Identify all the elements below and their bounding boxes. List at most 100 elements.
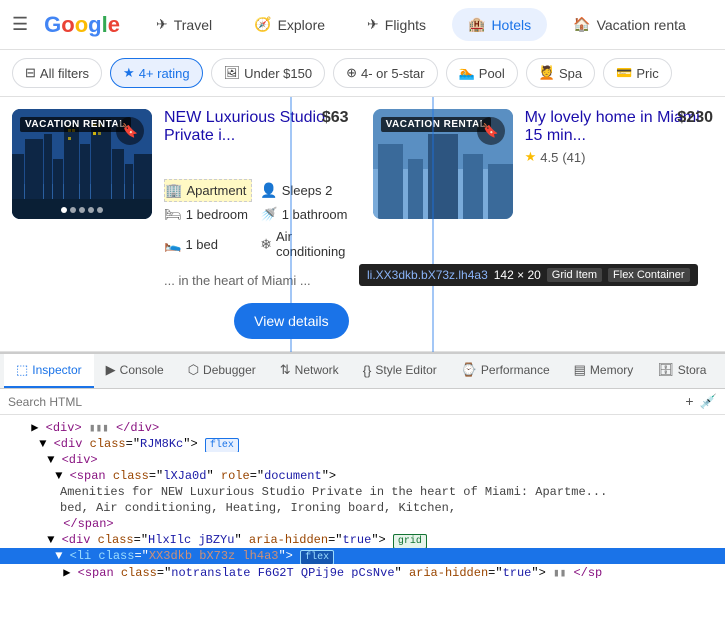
dot-5 — [97, 207, 103, 213]
filter-price[interactable]: 🖼 Under $150 — [211, 58, 325, 88]
tree-quote-2: "> — [183, 437, 197, 451]
selection-line-left — [290, 97, 292, 352]
filter-all[interactable]: ⊟ All filters — [12, 58, 102, 88]
card-1-bookmark[interactable]: 🔖 — [116, 117, 144, 145]
card-2-bookmark[interactable]: 🔖 — [477, 117, 505, 145]
tree-text-6: bed, Air conditioning, Heating, Ironing … — [60, 501, 456, 515]
tree-line-9[interactable]: ▼ <li class="XX3dkb bX73z lh4a3"> flex — [0, 548, 725, 564]
tree-triangle-10[interactable]: ▶ — [63, 566, 70, 578]
card-2-label: VACATION RENTAL — [381, 117, 492, 132]
network-icon: ⇅ — [280, 362, 291, 378]
tree-line-7[interactable]: </span> — [0, 516, 725, 532]
tree-close-tag-10: </sp — [573, 566, 602, 578]
filter-pool[interactable]: 🏊 Pool — [446, 58, 518, 88]
tree-quote-9: "> — [278, 549, 292, 563]
nav-tab-explore[interactable]: 🧭 Explore — [238, 8, 341, 41]
tab-debugger[interactable]: ⬡ Debugger — [176, 354, 268, 388]
tree-badge-grid-8: grid — [393, 534, 427, 548]
tab-console[interactable]: ▶ Console — [94, 354, 176, 388]
devtools: ⬚ Inspector ▶ Console ⬡ Debugger ⇅ Netwo… — [0, 352, 725, 578]
hamburger-icon[interactable]: ☰ — [12, 14, 28, 35]
tree-eq-8: =" — [134, 533, 148, 547]
tree-eq2-8: =" — [328, 533, 342, 547]
detail-ac: ❄ Air conditioning — [260, 227, 348, 261]
tree-line-10[interactable]: ▶ <span class="notranslate F6G2T QPij9e … — [0, 564, 725, 578]
nav-tab-travel-label: Travel — [174, 17, 212, 33]
tree-attr-val-9: XX3dkb bX73z lh4a3 — [149, 549, 279, 563]
tab-style-editor[interactable]: {} Style Editor — [351, 354, 449, 388]
debugger-icon: ⬡ — [188, 362, 199, 378]
tab-memory-label: Memory — [590, 363, 633, 377]
filter-price2-label: Pric — [636, 66, 658, 81]
pool-icon: 🏊 — [459, 65, 475, 81]
tree-quote2-10: "> — [531, 566, 545, 578]
tree-eq-9: =" — [134, 549, 148, 563]
nav-tab-travel[interactable]: ✈ Travel — [140, 8, 228, 41]
main-content: VACATION RENTAL 🔖 NEW Luxurious Studio P… — [0, 97, 725, 352]
tab-storage[interactable]: 🗄 Stora — [645, 354, 718, 388]
tree-eq2-4: =" — [250, 469, 264, 483]
nav-tab-flights[interactable]: ✈ Flights — [351, 8, 442, 41]
add-node-icon[interactable]: + — [685, 393, 693, 410]
nav-tab-hotels[interactable]: 🏨 Hotels — [452, 8, 547, 41]
filter-bar: ⊟ All filters ★ 4+ rating 🖼 Under $150 ⊕… — [0, 50, 725, 97]
filter-icon: ⊟ — [25, 65, 36, 81]
tab-performance-label: Performance — [481, 363, 550, 377]
tree-line-1[interactable]: ▶ <div> ▮▮▮ </div> — [0, 419, 725, 436]
tab-style-editor-label: Style Editor — [375, 363, 436, 377]
tree-triangle-2[interactable]: ▼ — [39, 437, 46, 451]
filter-all-label: All filters — [40, 66, 89, 81]
html-search-bar: + 💉 — [0, 389, 725, 415]
tree-tag-7: </span> — [63, 517, 113, 531]
tree-triangle-8[interactable]: ▼ — [47, 533, 54, 547]
tree-line-2[interactable]: ▼ <div class="RJM8Kc"> flex — [0, 436, 725, 452]
tab-memory[interactable]: ▤ Memory — [562, 354, 646, 388]
bed-icon: 🛌 — [164, 236, 181, 253]
tab-network[interactable]: ⇅ Network — [268, 354, 351, 388]
tab-inspector-label: Inspector — [32, 363, 81, 377]
tree-triangle-4[interactable]: ▼ — [55, 469, 62, 483]
tab-performance[interactable]: ⌚ Performance — [449, 354, 562, 388]
detail-sleeps: 👤 Sleeps 2 — [260, 179, 348, 202]
filter-rating[interactable]: ★ 4+ rating — [110, 58, 203, 88]
top-nav: ☰ Google ✈ Travel 🧭 Explore ✈ Flights 🏨 … — [0, 0, 725, 50]
tree-line-5[interactable]: Amenities for NEW Luxurious Studio Priva… — [0, 484, 725, 500]
card-1-image: VACATION RENTAL 🔖 — [12, 109, 152, 219]
sleeps-icon: 👤 — [260, 182, 277, 199]
dot-3 — [79, 207, 85, 213]
price2-icon: 💳 — [616, 65, 632, 81]
tree-eq-10: =" — [157, 566, 171, 578]
tree-line-6[interactable]: bed, Air conditioning, Heating, Ironing … — [0, 500, 725, 516]
search-html-input[interactable] — [8, 395, 681, 409]
tree-line-4[interactable]: ▼ <span class="lXJa0d" role="document"> — [0, 468, 725, 484]
tooltip-dimensions: 142 × 20 — [494, 268, 541, 282]
tree-tag-4: <span — [70, 469, 113, 483]
eyedropper-icon[interactable]: 💉 — [700, 393, 717, 410]
card-1-label: VACATION RENTAL — [20, 117, 131, 132]
tree-line-8[interactable]: ▼ <div class="HlxIlc jBZYu" aria-hidden=… — [0, 532, 725, 548]
hotels-icon: 🏨 — [468, 16, 485, 33]
performance-icon: ⌚ — [461, 362, 477, 378]
tree-quote2-4: "> — [322, 469, 336, 483]
tree-triangle-3[interactable]: ▼ — [47, 453, 54, 467]
tab-inspector[interactable]: ⬚ Inspector — [4, 354, 94, 388]
filter-price2[interactable]: 💳 Pric — [603, 58, 672, 88]
tree-triangle-1[interactable]: ▶ — [31, 421, 38, 435]
dot-1 — [61, 207, 67, 213]
nav-tab-vacation-label: Vacation renta — [597, 17, 686, 33]
tree-ellipsis-1: ▮▮▮ — [89, 423, 109, 435]
rating-count: (41) — [562, 150, 585, 165]
tooltip-class: li.XX3dkb.bX73z.lh4a3 — [367, 268, 488, 282]
tree-attr-class-9: class — [98, 549, 134, 563]
tab-console-label: Console — [120, 363, 164, 377]
price-icon: 🖼 — [224, 65, 241, 81]
tree-line-3[interactable]: ▼ <div> — [0, 452, 725, 468]
nav-tab-flights-label: Flights — [385, 17, 426, 33]
filter-spa[interactable]: 💆 Spa — [526, 58, 595, 88]
tree-attr-val-4: lXJa0d — [163, 469, 206, 483]
detail-bed: 🛌 1 bed — [164, 227, 252, 261]
filter-stars-label: 4- or 5-star — [361, 66, 425, 81]
tree-triangle-9[interactable]: ▼ — [55, 549, 62, 563]
filter-stars[interactable]: ⊕ 4- or 5-star — [333, 58, 437, 88]
nav-tab-vacation[interactable]: 🏠 Vacation renta — [557, 8, 702, 41]
